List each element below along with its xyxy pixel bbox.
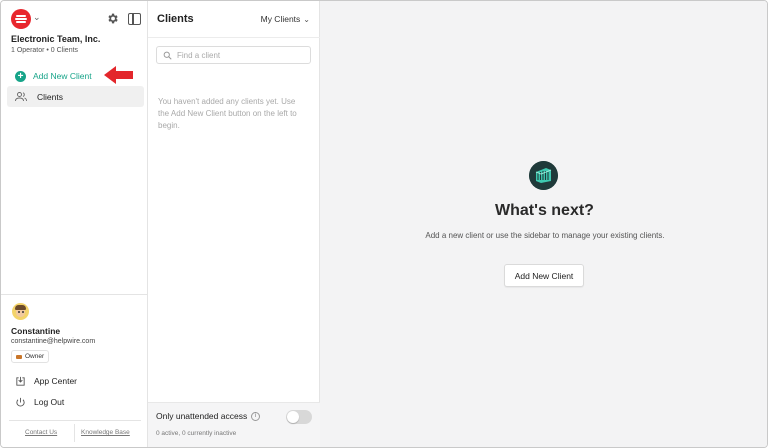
helpwire-logo-icon[interactable]	[11, 9, 31, 29]
sidebar-item-label: App Center	[34, 376, 77, 386]
chevron-down-icon[interactable]: ⌄	[33, 12, 41, 23]
divider	[1, 294, 148, 295]
sidebar-item-clients[interactable]: Clients	[7, 86, 144, 107]
unattended-access-label-row: Only unattended access i	[156, 411, 261, 421]
briefcase-icon	[16, 354, 22, 359]
search-input[interactable]	[177, 50, 297, 60]
add-new-client-link[interactable]: + Add New Client	[15, 69, 92, 83]
app-window: ⌄ Electronic Team, Inc. 1 Operator • 0 C…	[0, 0, 768, 448]
plus-circle-icon: +	[15, 70, 26, 82]
team-name: Electronic Team, Inc.	[11, 34, 101, 44]
main-panel: What's next? Add a new client or use the…	[320, 1, 767, 447]
role-badge: Owner	[11, 350, 50, 363]
role-label: Owner	[25, 353, 45, 360]
divider	[9, 420, 141, 421]
clients-panel: Clients My Clients ⌄ You haven't added a…	[148, 1, 320, 447]
page-title: Clients	[157, 13, 194, 25]
main-heading: What's next?	[495, 202, 594, 219]
unattended-access-bar	[148, 402, 320, 447]
gear-icon[interactable]	[106, 12, 119, 25]
user-email: constantine@helpwire.com	[11, 338, 96, 345]
empty-state-message: You haven't added any clients yet. Use t…	[158, 97, 297, 130]
main-description: Add a new client or use the sidebar to m…	[425, 231, 665, 240]
sidebar-item-app-center[interactable]: App Center	[15, 374, 77, 388]
users-icon	[15, 92, 27, 102]
active-clients-info: 0 active, 0 currently inactive	[156, 430, 237, 437]
power-icon	[16, 397, 25, 406]
download-box-icon	[16, 376, 25, 386]
unattended-access-toggle[interactable]	[286, 410, 312, 424]
chevron-down-icon: ⌄	[303, 14, 310, 24]
logout-button[interactable]: Log Out	[15, 395, 64, 409]
sidebar: ⌄ Electronic Team, Inc. 1 Operator • 0 C…	[1, 1, 148, 447]
clients-panel-header: Clients My Clients ⌄	[148, 1, 320, 38]
contact-us-link[interactable]: Contact Us	[25, 429, 57, 436]
info-icon[interactable]: i	[251, 411, 261, 421]
sidebar-item-label: Clients	[37, 91, 63, 102]
sidebar-toggle-icon[interactable]	[128, 13, 141, 25]
red-arrow-icon	[104, 66, 133, 84]
team-meta: 1 Operator • 0 Clients	[11, 47, 79, 54]
add-new-client-button[interactable]: Add New Client	[504, 264, 584, 287]
add-new-client-label: Add New Client	[33, 71, 92, 81]
user-name: Constantine	[11, 326, 61, 336]
divider	[74, 424, 75, 442]
search-box[interactable]	[156, 46, 311, 64]
knowledge-base-link[interactable]: Knowledge Base	[81, 429, 130, 436]
search-icon	[163, 51, 172, 60]
filter-label: My Clients	[260, 14, 301, 24]
logout-label: Log Out	[34, 397, 65, 407]
clients-filter-dropdown[interactable]: My Clients ⌄	[261, 14, 310, 24]
app-logo-icon	[529, 161, 558, 190]
unattended-access-label: Only unattended access	[156, 411, 248, 421]
avatar	[12, 303, 29, 320]
